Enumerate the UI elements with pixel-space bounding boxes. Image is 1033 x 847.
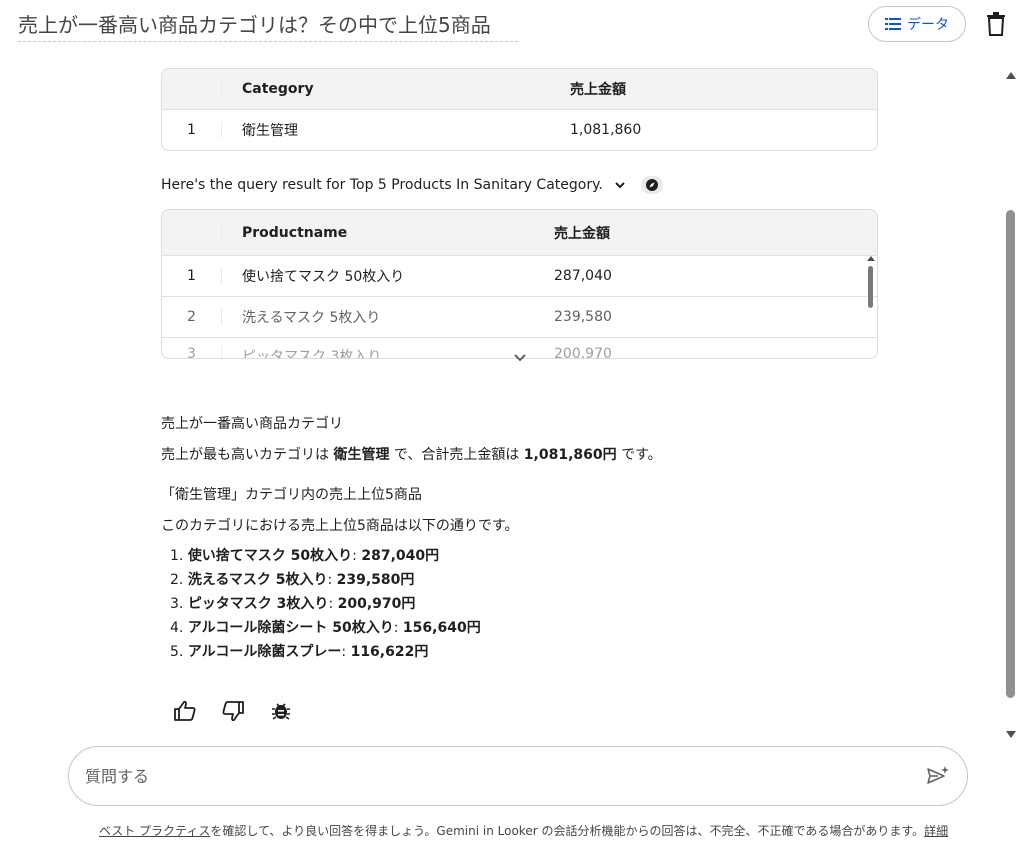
table-cell: 287,040 bbox=[554, 268, 612, 284]
table-cell: 239,580 bbox=[554, 309, 612, 325]
data-button[interactable]: データ bbox=[868, 6, 966, 42]
table-row: 1 衛生管理 1,081,860 bbox=[162, 109, 877, 150]
details-link[interactable]: 詳細 bbox=[924, 824, 948, 838]
expand-chevron-icon[interactable] bbox=[512, 352, 528, 364]
compass-icon[interactable] bbox=[640, 176, 663, 194]
list-item: 5. アルコール除菌スプレー: 116,622円 bbox=[170, 644, 429, 660]
disclaimer-text: を確認して、より良い回答を得ましょう。Gemini in Looker の会話分… bbox=[210, 824, 925, 838]
item-value: 116,622円 bbox=[350, 644, 429, 660]
scroll-up-arrow[interactable] bbox=[1006, 72, 1016, 79]
list-icon bbox=[885, 18, 901, 30]
products-table: Productname 売上金額 1 使い捨てマスク 50枚入り 287,040… bbox=[161, 209, 878, 359]
text-segment: で、合計売上金額は bbox=[389, 447, 524, 463]
column-header[interactable]: Productname bbox=[222, 225, 532, 241]
item-number: 5. bbox=[170, 644, 184, 660]
row-index: 2 bbox=[162, 309, 222, 325]
disclaimer-footer: ベスト プラクティスを確認して、より良い回答を得ましょう。Gemini in L… bbox=[99, 822, 948, 839]
item-name: 洗えるマスク 5枚入り bbox=[187, 572, 328, 588]
table-row: 1 使い捨てマスク 50枚入り 287,040 bbox=[162, 255, 877, 296]
list-item: 1. 使い捨てマスク 50枚入り: 287,040円 bbox=[170, 548, 440, 564]
row-index: 3 bbox=[162, 346, 222, 358]
table-cell: ピッタマスク 3枚入り bbox=[242, 349, 382, 359]
send-icon[interactable] bbox=[926, 765, 950, 787]
bug-icon[interactable] bbox=[269, 699, 293, 723]
table-row: 2 洗えるマスク 5枚入り 239,580 bbox=[162, 296, 877, 337]
item-value: 239,580円 bbox=[336, 572, 415, 588]
column-header[interactable]: 売上金額 bbox=[550, 79, 850, 99]
table-header-row: Productname 売上金額 bbox=[162, 210, 877, 255]
row-index: 1 bbox=[162, 122, 222, 138]
best-practices-link[interactable]: ベスト プラクティス bbox=[99, 824, 210, 838]
table-cell: 使い捨てマスク 50枚入り bbox=[242, 269, 405, 285]
chevron-down-icon[interactable] bbox=[613, 178, 627, 192]
table-cell: 洗えるマスク 5枚入り bbox=[242, 310, 381, 326]
item-number: 4. bbox=[170, 620, 184, 636]
thumbs-up-icon[interactable] bbox=[173, 699, 197, 723]
category-name: 衛生管理 bbox=[333, 447, 390, 463]
scroll-up-arrow[interactable] bbox=[867, 256, 875, 261]
index-header bbox=[162, 81, 222, 97]
conversation-title[interactable]: 売上が一番高い商品カテゴリは？その中で上位5商品 bbox=[18, 10, 518, 42]
thumbs-down-icon[interactable] bbox=[221, 699, 245, 723]
answer-category-line: 売上が最も高いカテゴリは 衛生管理 で、合計売上金額は 1,081,860円 で… bbox=[161, 444, 662, 464]
row-index: 1 bbox=[162, 268, 222, 284]
list-item: 2. 洗えるマスク 5枚入り: 239,580円 bbox=[170, 572, 415, 588]
item-number: 2. bbox=[170, 572, 184, 588]
list-item: 4. アルコール除菌シート 50枚入り: 156,640円 bbox=[170, 620, 481, 636]
total-amount: 1,081,860円 bbox=[523, 447, 617, 463]
table-scrollbar[interactable] bbox=[867, 256, 875, 356]
answer-heading-top5: 「衛生管理」カテゴリ内の売上上位5商品 bbox=[161, 487, 422, 503]
table-header-row: Category 売上金額 bbox=[162, 69, 877, 109]
item-value: 200,970円 bbox=[337, 596, 416, 612]
list-item: 3. ピッタマスク 3枚入り: 200,970円 bbox=[170, 596, 416, 612]
answer-top5-intro: このカテゴリにおける売上上位5商品は以下の通りです。 bbox=[161, 518, 519, 534]
item-number: 3. bbox=[170, 596, 184, 612]
item-name: アルコール除菌スプレー bbox=[187, 644, 342, 660]
item-value: 287,040円 bbox=[361, 548, 440, 564]
table-cell: 200,970 bbox=[554, 346, 612, 359]
text-segment: 売上が最も高いカテゴリは bbox=[161, 447, 334, 463]
scrollbar-thumb[interactable] bbox=[1006, 210, 1015, 698]
table-cell: 衛生管理 bbox=[242, 123, 298, 139]
query-result-text: Here's the query result for Top 5 Produc… bbox=[161, 177, 603, 193]
scrollbar-thumb[interactable] bbox=[868, 266, 873, 308]
page-scrollbar[interactable] bbox=[1004, 68, 1018, 740]
item-number: 1. bbox=[170, 548, 184, 564]
top5-list: 1. 使い捨てマスク 50枚入り: 287,040円 2. 洗えるマスク 5枚入… bbox=[170, 547, 481, 667]
item-value: 156,640円 bbox=[402, 620, 481, 636]
answer-heading-category: 売上が一番高い商品カテゴリ bbox=[161, 416, 343, 432]
scroll-down-arrow[interactable] bbox=[1006, 731, 1016, 738]
index-header bbox=[162, 224, 222, 241]
query-result-line: Here's the query result for Top 5 Produc… bbox=[161, 176, 663, 194]
item-name: ピッタマスク 3枚入り bbox=[187, 596, 329, 612]
question-input[interactable] bbox=[85, 761, 905, 791]
question-input-box[interactable] bbox=[68, 746, 968, 806]
text-segment: です。 bbox=[616, 447, 662, 463]
trash-icon[interactable] bbox=[985, 12, 1007, 36]
column-header[interactable]: Category bbox=[222, 81, 550, 97]
data-button-label: データ bbox=[907, 17, 949, 33]
table-cell: 1,081,860 bbox=[570, 122, 642, 138]
item-name: 使い捨てマスク 50枚入り bbox=[187, 548, 353, 564]
item-name: アルコール除菌シート 50枚入り bbox=[187, 620, 394, 636]
column-header[interactable]: 売上金額 bbox=[532, 223, 832, 243]
category-table: Category 売上金額 1 衛生管理 1,081,860 bbox=[161, 68, 878, 151]
